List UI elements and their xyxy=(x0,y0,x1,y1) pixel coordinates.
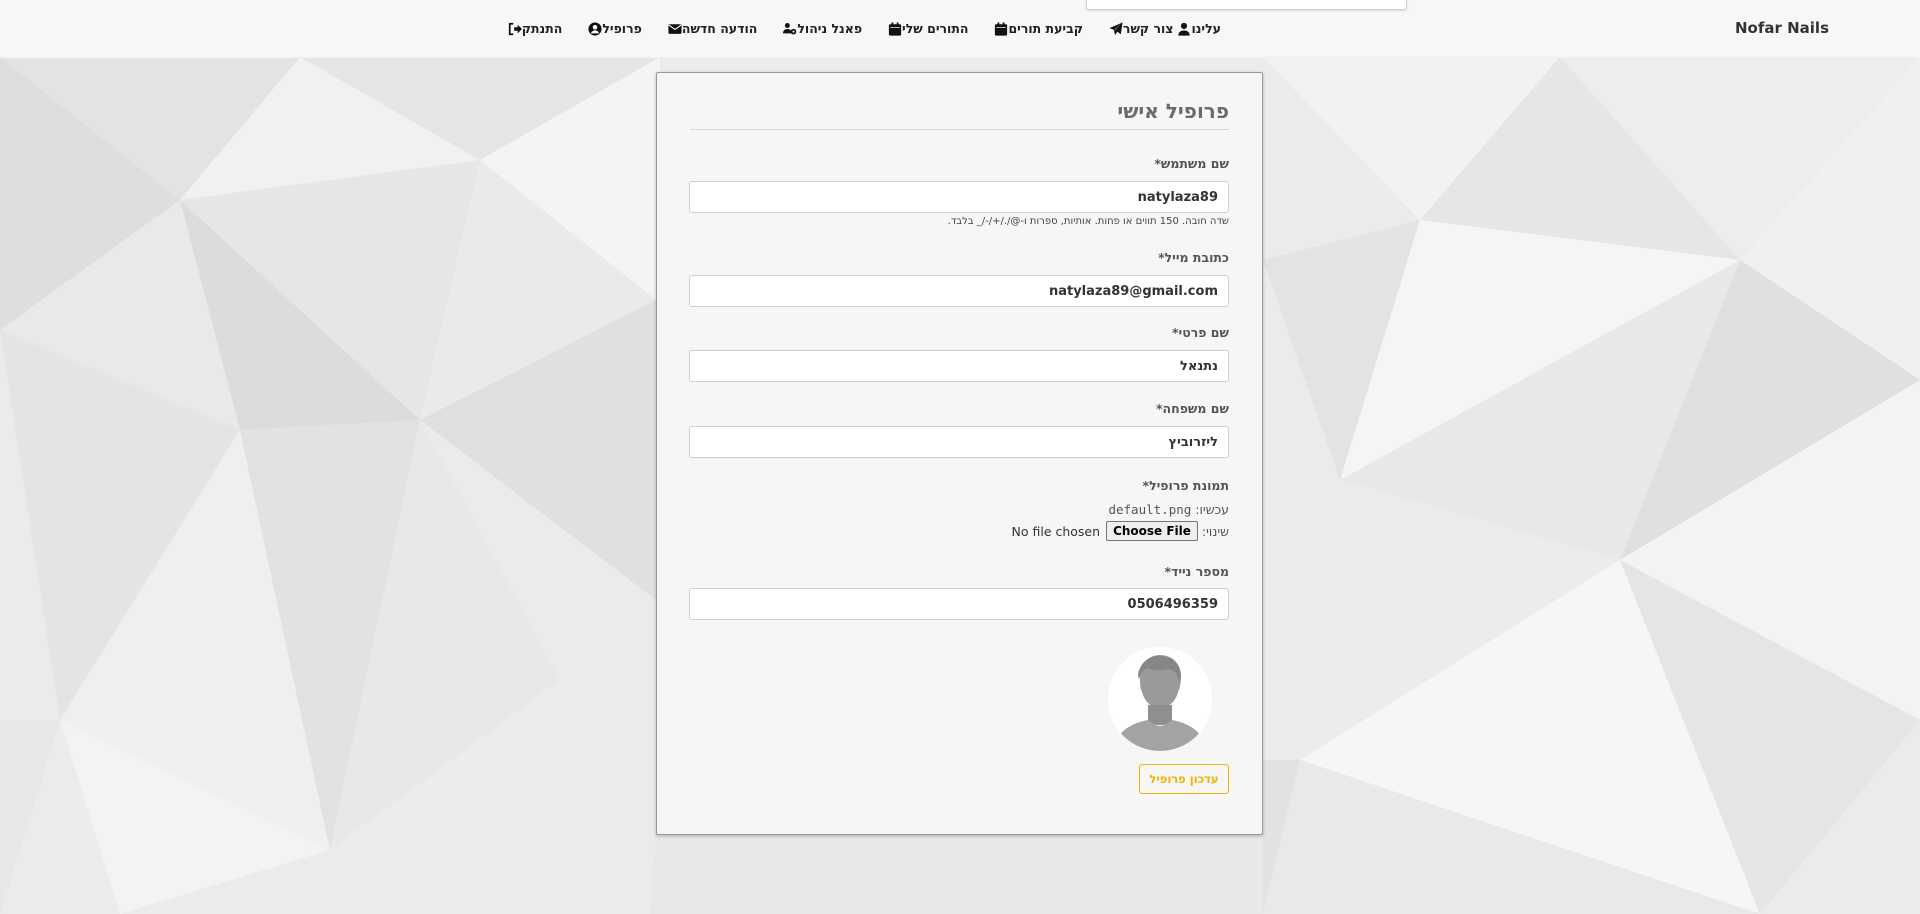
phone-label: מספר נייד* xyxy=(1164,564,1229,579)
envelope-icon xyxy=(668,22,682,36)
calendar-icon xyxy=(888,21,902,36)
nav-label-logout: התנתק xyxy=(521,21,563,36)
username-label: שם משתמש* xyxy=(1154,156,1229,171)
nav-label-book-appointment: קביעת תורים xyxy=(1008,21,1083,36)
nav-label-about: עלינו xyxy=(1191,21,1221,36)
email-label: כתובת מייל* xyxy=(1158,250,1229,265)
profile-picture-label: תמונת פרופיל* xyxy=(1142,478,1229,493)
last-name-field[interactable] xyxy=(689,426,1229,458)
brand-logo[interactable]: Nofar Nails xyxy=(1735,19,1829,37)
user-circle-icon xyxy=(588,21,602,36)
change-picture-row: שינוי: Choose File No file chosen xyxy=(1011,521,1229,541)
update-profile-button[interactable]: עדכון פרופיל xyxy=(1139,764,1229,794)
current-picture-row: עכשיו: default.png xyxy=(1108,502,1229,517)
navbar: Nofar Nails עלינו צור קשר קביעת תורים הת… xyxy=(0,0,1920,58)
paper-plane-icon xyxy=(1109,21,1123,36)
nav-item-admin-panel[interactable]: פאנל ניהול xyxy=(779,17,862,40)
profile-card: פרופיל אישי שם משתמש* שדה חובה. 150 תווי… xyxy=(656,72,1263,835)
sign-out-icon xyxy=(508,22,522,36)
nav-label-new-message: הודעה חדשה xyxy=(681,21,758,36)
nav-item-profile[interactable]: פרופיל xyxy=(584,17,642,40)
page-title: פרופיל אישי xyxy=(1117,99,1229,123)
nav-item-about[interactable]: עלינו xyxy=(1173,17,1221,40)
user-icon xyxy=(1177,22,1191,36)
users-gear-icon xyxy=(783,22,797,36)
last-name-label: שם משפחה* xyxy=(1156,401,1229,416)
default-avatar-icon xyxy=(1108,647,1212,751)
avatar xyxy=(1108,647,1212,751)
email-field[interactable] xyxy=(689,275,1229,307)
username-hint: שדה חובה. 150 תווים או פחות. אותיות, ספר… xyxy=(947,216,1229,227)
first-name-label: שם פרטי* xyxy=(1172,325,1229,340)
phone-field[interactable] xyxy=(689,588,1229,620)
nav-item-book-appointment[interactable]: קביעת תורים xyxy=(990,17,1083,40)
choose-file-button[interactable]: Choose File xyxy=(1106,521,1198,541)
title-divider xyxy=(690,129,1229,130)
nav-menu: עלינו צור קשר קביעת תורים התורים שלי פאנ… xyxy=(482,17,1221,40)
first-name-field[interactable] xyxy=(689,350,1229,382)
no-file-chosen-text: No file chosen xyxy=(1011,523,1101,539)
nav-item-contact[interactable]: צור קשר xyxy=(1105,17,1174,40)
nav-label-admin-panel: פאנל ניהול xyxy=(797,21,863,36)
nav-label-contact: צור קשר xyxy=(1122,21,1174,36)
calendar-icon xyxy=(994,21,1008,36)
username-field[interactable] xyxy=(689,181,1229,213)
change-picture-label: שינוי: xyxy=(1201,523,1229,539)
dropdown-menu-edge xyxy=(1086,0,1407,10)
current-picture-link[interactable]: default.png xyxy=(1108,502,1191,517)
nav-label-profile: פרופיל xyxy=(602,21,642,36)
nav-item-logout[interactable]: התנתק xyxy=(504,17,563,40)
current-picture-label: עכשיו: xyxy=(1195,502,1229,517)
nav-label-my-appointments: התורים שלי xyxy=(902,21,969,36)
nav-item-my-appointments[interactable]: התורים שלי xyxy=(884,17,968,40)
nav-item-new-message[interactable]: הודעה חדשה xyxy=(664,17,758,40)
